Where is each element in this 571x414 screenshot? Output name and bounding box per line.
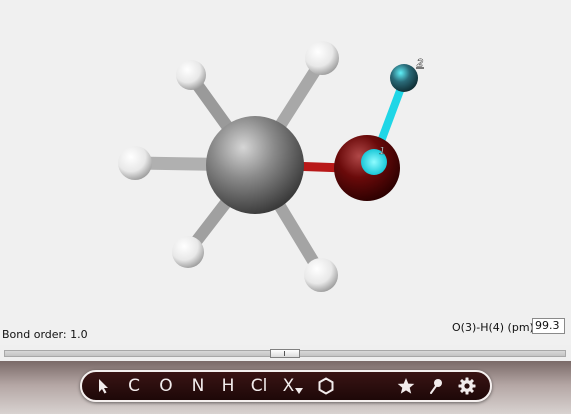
carbon-atom[interactable]: [206, 116, 304, 214]
chlorine-tool-button[interactable]: Cl: [246, 372, 272, 400]
molecule-viewport[interactable]: 1 2: [0, 0, 571, 345]
gear-icon: [458, 377, 476, 395]
hexagon-ring-icon: [318, 377, 334, 395]
bond-length-input[interactable]: 99.3: [532, 318, 565, 334]
hydrogen-atom-selected[interactable]: [390, 64, 418, 92]
hydrogen-atom-bottom-left[interactable]: [172, 236, 204, 268]
measure-tool-button[interactable]: [424, 372, 448, 400]
oxygen-tool-button[interactable]: O: [154, 372, 178, 400]
halogen-menu-button[interactable]: X: [278, 372, 308, 400]
hydrogen-atom-top-right[interactable]: [305, 41, 339, 75]
pin-probe-icon: [430, 379, 442, 394]
star-icon: [397, 378, 415, 394]
settings-tool-button[interactable]: [454, 372, 480, 400]
oxygen-index-label: 1: [379, 146, 385, 157]
select-tool-button[interactable]: [94, 372, 114, 400]
favorites-tool-button[interactable]: [394, 372, 418, 400]
hydrogen-index-label: 2: [417, 58, 423, 69]
ring-tool-button[interactable]: [314, 372, 338, 400]
nitrogen-tool-button[interactable]: N: [186, 372, 210, 400]
bond-length-slider-thumb[interactable]: [270, 349, 300, 358]
hydrogen-atom-left[interactable]: [118, 146, 152, 180]
bond-order-text: Bond order: 1.0: [2, 328, 88, 341]
halogen-menu-label: X: [282, 376, 295, 396]
hydrogen-tool-button[interactable]: H: [216, 372, 240, 400]
bond-length-label: O(3)-H(4) (pm):: [452, 321, 538, 334]
element-toolbar: C O N H Cl X: [80, 370, 492, 402]
hydrogen-atom-top-left[interactable]: [176, 60, 206, 90]
cursor-arrow-icon: [99, 379, 108, 394]
carbon-tool-button[interactable]: C: [122, 372, 146, 400]
molecule-canvas[interactable]: 1 2: [0, 0, 571, 345]
dropdown-triangle-icon: [295, 388, 304, 394]
hydrogen-atom-bottom-right[interactable]: [304, 258, 338, 292]
